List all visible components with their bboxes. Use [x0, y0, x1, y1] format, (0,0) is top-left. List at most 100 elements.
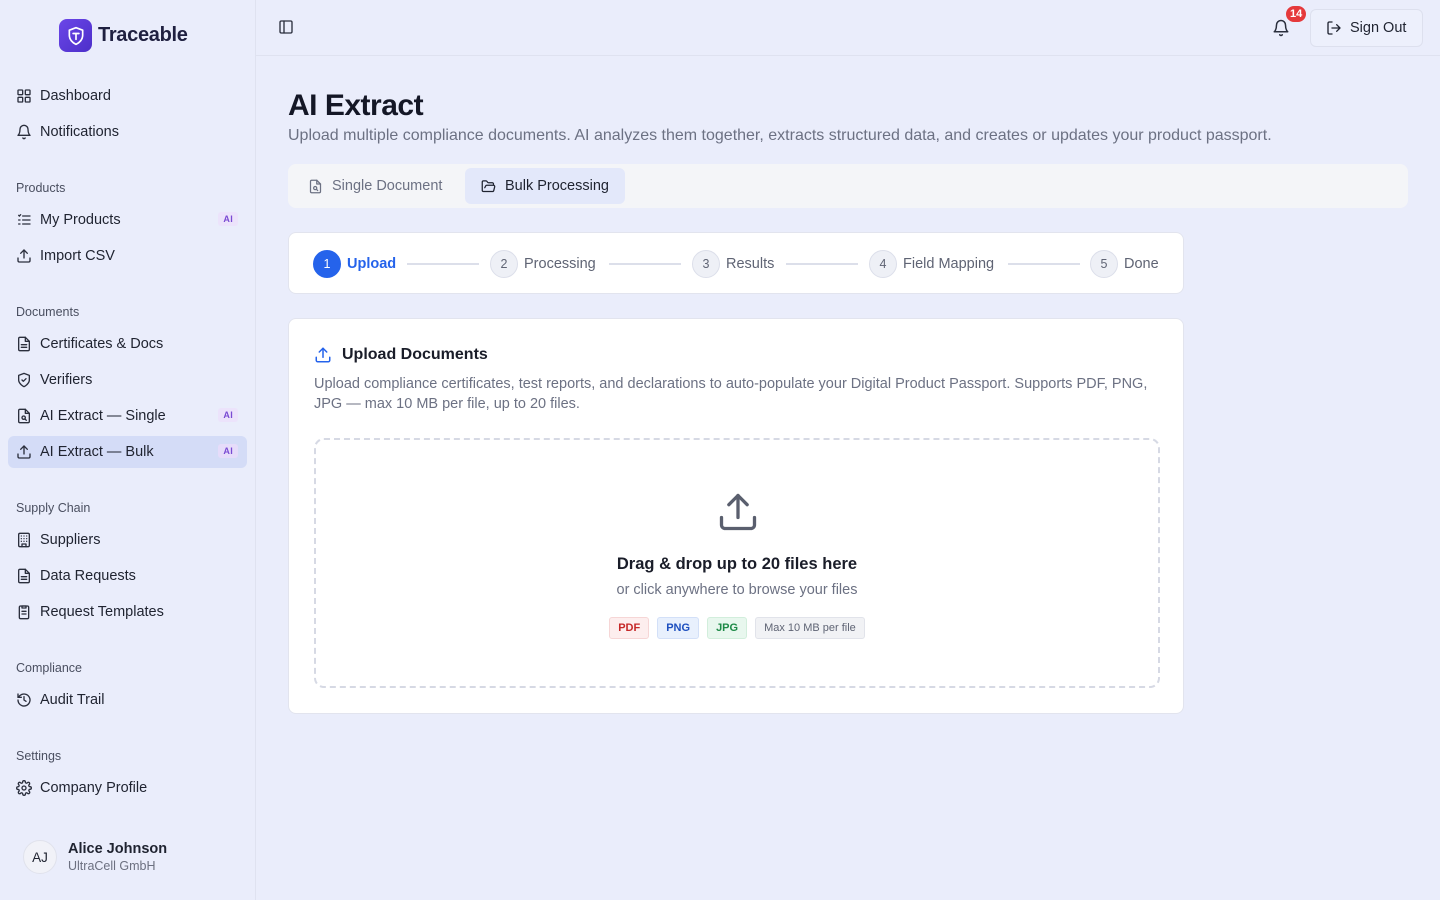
sidebar-toggle-icon[interactable]: [278, 19, 294, 35]
tab-label: Bulk Processing: [505, 178, 609, 194]
ai-badge: AI: [218, 444, 238, 458]
step-connector: [609, 263, 681, 265]
page-subtitle: Upload multiple compliance documents. AI…: [288, 127, 1272, 144]
logout-icon: [1326, 20, 1342, 36]
max-size-pill: Max 10 MB per file: [755, 617, 865, 639]
sidebar-item-ai-extract-bulk[interactable]: AI Extract — Bulk AI: [8, 436, 247, 468]
sidebar-item-verifiers[interactable]: Verifiers: [8, 364, 247, 396]
sidebar: Traceable Dashboard Notifications Produc…: [0, 0, 256, 900]
ai-badge: AI: [218, 408, 238, 422]
history-icon: [16, 692, 32, 708]
brand-name: Traceable: [98, 24, 188, 46]
shield-check-icon: [16, 372, 32, 388]
folder-open-icon: [481, 179, 496, 194]
document-scan-icon: [16, 408, 32, 424]
dropzone-title: Drag & drop up to 20 files here: [616, 555, 858, 573]
step-connector: [1008, 263, 1080, 265]
tab-single-document[interactable]: Single Document: [292, 168, 458, 204]
pdf-pill: PDF: [609, 617, 650, 639]
sidebar-item-label: Dashboard: [40, 88, 111, 104]
section-label-settings: Settings: [16, 749, 62, 763]
sidebar-item-notifications[interactable]: Notifications: [8, 116, 247, 148]
upload-documents-card: Upload Documents Upload compliance certi…: [288, 318, 1184, 714]
card-header: Upload Documents: [314, 346, 488, 364]
section-label-compliance: Compliance: [16, 661, 83, 675]
file-dropzone[interactable]: Drag & drop up to 20 files here or click…: [314, 438, 1160, 688]
sidebar-item-label: Import CSV: [40, 248, 115, 264]
sidebar-item-label: Certificates & Docs: [40, 336, 164, 352]
step-label: Processing: [524, 256, 596, 272]
sidebar-item-label: Suppliers: [40, 532, 101, 548]
sign-out-button[interactable]: Sign Out: [1310, 9, 1423, 47]
sidebar-item-suppliers[interactable]: Suppliers: [8, 524, 247, 556]
sidebar-item-label: Audit Trail: [40, 692, 105, 708]
step-number: 5: [1090, 250, 1118, 278]
sidebar-item-label: My Products: [40, 212, 121, 228]
sidebar-item-company-profile[interactable]: Company Profile: [8, 772, 247, 804]
document-scan-icon: [308, 179, 323, 194]
grid-icon: [16, 88, 32, 104]
brand-logo[interactable]: Traceable: [59, 19, 188, 52]
step-number: 3: [692, 250, 720, 278]
user-profile[interactable]: AJ Alice Johnson UltraCell GmbH: [23, 840, 167, 874]
clipboard-icon: [16, 604, 32, 620]
section-label-supply-chain: Supply Chain: [16, 501, 91, 515]
tab-bulk-processing[interactable]: Bulk Processing: [465, 168, 625, 204]
sidebar-item-import-csv[interactable]: Import CSV: [8, 240, 247, 272]
sign-out-label: Sign Out: [1350, 20, 1407, 36]
step-connector: [786, 263, 858, 265]
step-label: Field Mapping: [903, 256, 995, 272]
png-pill: PNG: [657, 617, 700, 639]
upload-icon: [314, 346, 332, 364]
sidebar-item-label: Verifiers: [40, 372, 93, 388]
sidebar-item-request-templates[interactable]: Request Templates: [8, 596, 247, 628]
sidebar-item-label: AI Extract — Single: [40, 408, 166, 424]
user-name: Alice Johnson: [68, 841, 168, 857]
sidebar-item-label: Data Requests: [40, 568, 136, 584]
jpg-pill: JPG: [707, 617, 748, 639]
sidebar-item-label: AI Extract — Bulk: [40, 444, 154, 460]
sidebar-item-label: Notifications: [40, 124, 119, 140]
sidebar-item-certificates-docs[interactable]: Certificates & Docs: [8, 328, 247, 360]
step-results: 3 Results: [692, 250, 774, 278]
list-icon: [16, 212, 32, 228]
progress-stepper: 1 Upload 2 Processing 3 Results 4 Field …: [288, 232, 1184, 294]
step-label: Results: [726, 256, 775, 272]
step-number: 2: [490, 250, 518, 278]
sidebar-item-my-products[interactable]: My Products AI: [8, 204, 247, 236]
section-label-products: Products: [16, 181, 66, 195]
step-processing: 2 Processing: [490, 250, 596, 278]
gear-icon: [16, 780, 32, 796]
card-description: Upload compliance certificates, test rep…: [314, 376, 1148, 412]
document-icon: [16, 568, 32, 584]
bell-icon: [16, 124, 32, 140]
step-label: Done: [1124, 256, 1159, 272]
ai-badge: AI: [218, 212, 238, 226]
section-label-documents: Documents: [16, 305, 80, 319]
upload-icon: [16, 444, 32, 460]
step-done: 5 Done: [1090, 250, 1159, 278]
building-icon: [16, 532, 32, 548]
shield-logo-icon: [59, 19, 92, 52]
step-number: 1: [313, 250, 341, 278]
sidebar-item-audit-trail[interactable]: Audit Trail: [8, 684, 247, 716]
upload-icon: [716, 490, 760, 534]
sidebar-item-data-requests[interactable]: Data Requests: [8, 560, 247, 592]
mode-tabs: Single Document Bulk Processing: [288, 164, 1408, 208]
step-connector: [407, 263, 479, 265]
file-type-pills: PDF PNG JPG Max 10 MB per file: [316, 617, 1158, 639]
step-label: Upload: [347, 256, 397, 272]
topbar: 14 Sign Out: [256, 0, 1440, 56]
sidebar-item-dashboard[interactable]: Dashboard: [8, 80, 247, 112]
step-number: 4: [869, 250, 897, 278]
page-title: AI Extract: [288, 89, 424, 122]
sidebar-item-label: Request Templates: [40, 604, 164, 620]
tab-label: Single Document: [332, 178, 443, 194]
sidebar-item-ai-extract-single[interactable]: AI Extract — Single AI: [8, 400, 247, 432]
avatar: AJ: [23, 840, 57, 874]
notification-count-badge: 14: [1284, 4, 1309, 24]
sidebar-item-label: Company Profile: [40, 780, 148, 796]
upload-icon: [16, 248, 32, 264]
card-title: Upload Documents: [342, 346, 488, 363]
step-upload: 1 Upload: [313, 250, 396, 278]
